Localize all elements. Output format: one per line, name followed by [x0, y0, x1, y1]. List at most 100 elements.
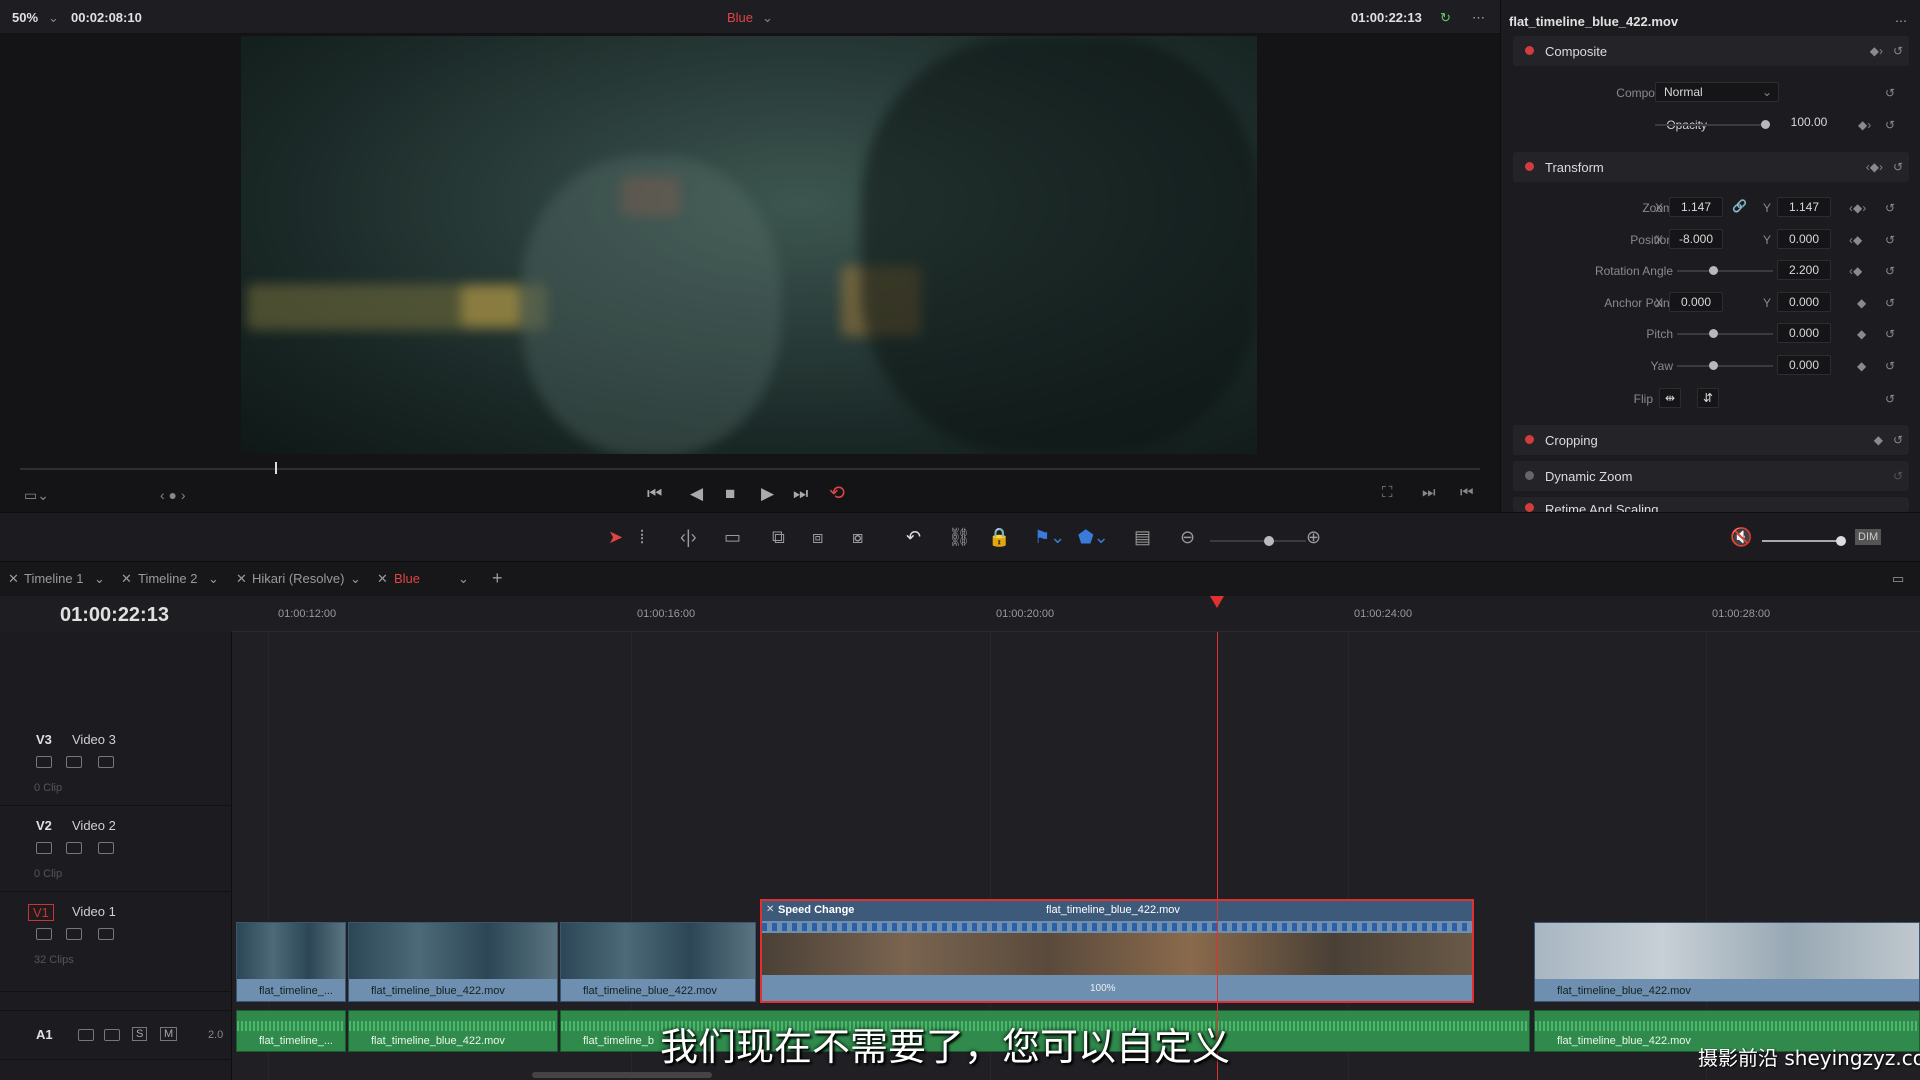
playhead-marker[interactable] [1210, 596, 1224, 608]
lock-icon[interactable] [78, 1029, 94, 1041]
auto-select-icon[interactable] [104, 1029, 120, 1041]
go-to-end-icon[interactable]: ⏭ [793, 484, 808, 504]
anchor-x-field[interactable]: 0.000 [1669, 292, 1723, 312]
keyframe-icon[interactable]: ‹◆ [1849, 264, 1862, 278]
stop-icon[interactable]: ■ [725, 484, 735, 504]
anchor-y-field[interactable]: 0.000 [1777, 292, 1831, 312]
close-icon[interactable]: ✕ [8, 571, 19, 587]
flag-icon[interactable]: ⚑⌄ [1034, 527, 1065, 548]
lock-icon[interactable] [36, 756, 52, 768]
chevron-down-icon[interactable]: ⌄ [48, 10, 59, 26]
position-y-field[interactable]: 0.000 [1777, 229, 1831, 249]
reset-icon[interactable]: ↺ [1893, 44, 1903, 58]
track-output-icon[interactable] [98, 928, 114, 940]
pitch-slider-knob[interactable] [1709, 329, 1718, 338]
chevron-down-icon[interactable]: ⌄ [458, 571, 469, 587]
opacity-field[interactable]: 100.00 [1779, 113, 1839, 133]
chevron-down-icon[interactable]: ⌄ [208, 571, 219, 587]
add-tab-icon[interactable]: + [492, 568, 503, 589]
close-icon[interactable]: ✕ [121, 571, 132, 587]
timeline-options-icon[interactable]: ▭ [1892, 571, 1904, 587]
tab-timeline-2[interactable]: Timeline 2 [138, 571, 197, 586]
reset-icon[interactable]: ↺ [1885, 296, 1895, 310]
marker-icon[interactable]: ⬟⌄ [1078, 527, 1109, 548]
dynamic-zoom-enable-icon[interactable] [1525, 471, 1534, 480]
close-icon[interactable]: ✕ [377, 571, 388, 587]
loop-icon[interactable]: ⟲ [829, 482, 845, 505]
go-to-start-icon[interactable]: ⏮ [647, 484, 662, 504]
mute-button[interactable]: M [160, 1027, 178, 1041]
close-icon[interactable]: ✕ [766, 904, 774, 915]
composite-mode-select[interactable]: Normal ⌄ [1655, 82, 1779, 102]
flip-vertical-icon[interactable]: ⇵ [1697, 388, 1719, 408]
reset-icon[interactable]: ↺ [1885, 233, 1895, 247]
tab-hikari[interactable]: Hikari (Resolve) [252, 571, 344, 586]
speed-percent[interactable]: 100% [1090, 983, 1116, 994]
clip-chevron-icon[interactable]: ⌄ [762, 10, 773, 26]
inspector-menu-icon[interactable]: ⋯ [1895, 14, 1907, 28]
track-name[interactable]: Video 1 [72, 904, 116, 919]
reset-icon[interactable]: ↺ [1885, 118, 1895, 132]
timeline-scrollbar[interactable] [532, 1072, 712, 1078]
sync-icon[interactable]: ↻ [1440, 10, 1451, 26]
pitch-field[interactable]: 0.000 [1777, 323, 1831, 343]
mute-icon[interactable]: 🔇 [1730, 527, 1752, 548]
auto-select-icon[interactable] [66, 842, 82, 854]
trim-tool-icon[interactable]: ⦙ [640, 527, 644, 548]
track-code[interactable]: V1 [28, 904, 54, 921]
auto-select-icon[interactable] [66, 928, 82, 940]
pitch-slider[interactable] [1677, 333, 1773, 335]
reset-icon[interactable]: ↺ [1885, 392, 1895, 406]
play-reverse-icon[interactable]: ◀ [690, 484, 703, 504]
reset-icon[interactable]: ↺ [1885, 264, 1895, 278]
audio-clip[interactable]: flat_timeline_blue_422.mov [348, 1010, 558, 1052]
keyframe-icon[interactable]: ◆ [1857, 327, 1866, 341]
fullscreen-icon[interactable]: ⛶ [1382, 484, 1393, 501]
insert-clip-icon[interactable]: ⧉ [772, 527, 785, 548]
chevron-down-icon[interactable]: ⌄ [350, 571, 361, 587]
zoom-x-field[interactable]: 1.147 [1669, 197, 1723, 217]
retime-section[interactable]: Retime And Scaling [1513, 497, 1909, 512]
speed-change-clip[interactable]: ✕ Speed Change flat_timeline_blue_422.mo… [760, 899, 1474, 1003]
volume-slider[interactable] [1762, 540, 1842, 542]
cropping-section[interactable]: Cropping ◆ ↺ [1513, 425, 1909, 455]
yaw-slider-knob[interactable] [1709, 361, 1718, 370]
keyframe-icon[interactable]: ‹◆› [1849, 201, 1866, 215]
keyframe-nav-icon[interactable]: ‹ ● › [160, 487, 186, 503]
playhead-line[interactable] [1217, 632, 1218, 1080]
solo-button[interactable]: S [132, 1027, 148, 1041]
composite-enable-icon[interactable] [1525, 46, 1534, 55]
tab-blue[interactable]: Blue [394, 571, 420, 586]
transform-section[interactable]: Transform ‹◆› ↺ [1513, 152, 1909, 182]
lock-icon[interactable] [36, 842, 52, 854]
scrubber-head[interactable] [275, 462, 277, 474]
transform-enable-icon[interactable] [1525, 162, 1534, 171]
dynamic-trim-icon[interactable]: ‹|› [680, 527, 697, 548]
blade-tool-icon[interactable]: ▭ [724, 527, 741, 548]
keyframe-icon[interactable]: ◆› [1870, 44, 1883, 58]
dim-button[interactable]: DIM [1855, 529, 1882, 545]
viewer-clip-name[interactable]: Blue [727, 10, 753, 25]
replace-clip-icon[interactable]: ⧇ [852, 527, 863, 548]
more-options-icon[interactable]: ⋯ [1472, 10, 1485, 26]
zoom-out-icon[interactable]: ⊖ [1180, 527, 1195, 548]
timeline-view-icon[interactable]: ▤ [1134, 527, 1151, 548]
rotation-slider-knob[interactable] [1709, 266, 1718, 275]
track-output-icon[interactable] [98, 756, 114, 768]
snapping-icon[interactable]: ↶ [906, 527, 921, 548]
link-icon[interactable]: 🔗 [1732, 199, 1747, 213]
position-lock-icon[interactable]: 🔒 [988, 527, 1010, 548]
flip-horizontal-icon[interactable]: ⇹ [1659, 388, 1681, 408]
next-clip-icon[interactable]: ⏭ [1422, 484, 1436, 501]
keyframe-icon[interactable]: ◆ [1857, 359, 1866, 373]
reset-icon[interactable]: ↺ [1885, 327, 1895, 341]
timeline-tracks[interactable]: flat_timeline_... flat_timeline_blue_422… [232, 632, 1920, 1080]
composite-section[interactable]: Composite ◆› ↺ [1513, 36, 1909, 66]
timeline-zoom-knob[interactable] [1264, 536, 1274, 546]
reset-icon[interactable]: ↺ [1885, 201, 1895, 215]
video-clip[interactable]: flat_timeline_blue_422.mov [560, 922, 756, 1002]
keyframe-icon[interactable]: ◆› [1858, 118, 1871, 132]
overwrite-clip-icon[interactable]: ⧈ [812, 527, 823, 548]
volume-knob[interactable] [1836, 536, 1846, 546]
video-clip[interactable]: flat_timeline_... [236, 922, 346, 1002]
